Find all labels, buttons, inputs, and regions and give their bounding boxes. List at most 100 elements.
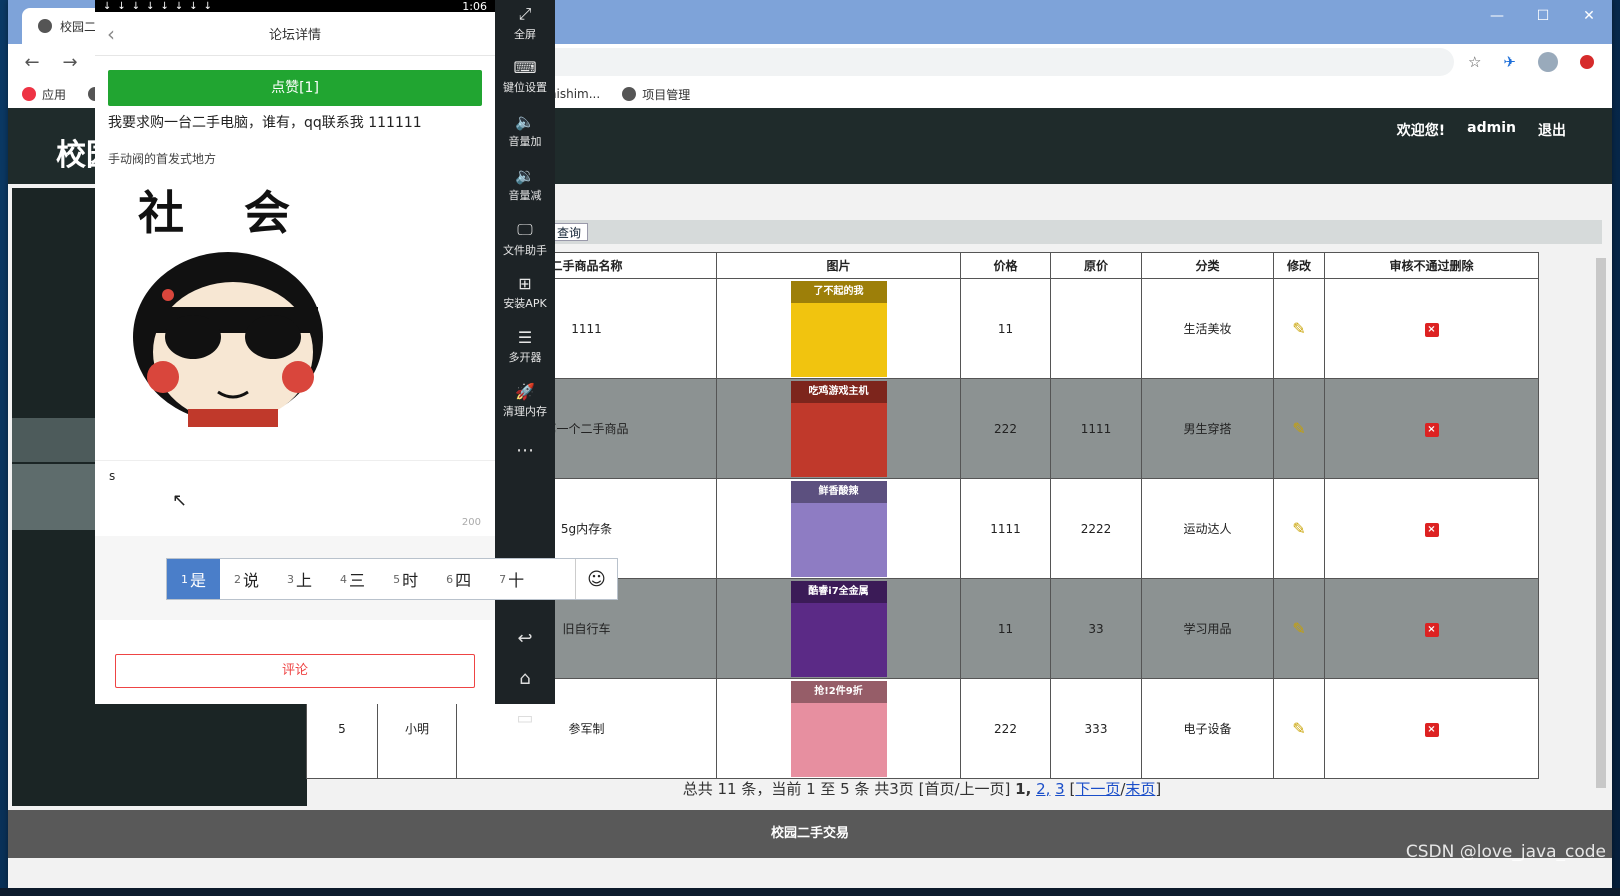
comment-button[interactable]: 评论	[115, 654, 475, 688]
pager-first-prev[interactable]: [首页/上一页]	[919, 780, 1011, 798]
cell-original-price: 2222	[1050, 478, 1142, 579]
download-icons: ↓↓↓↓↓↓↓↓	[103, 0, 219, 12]
cell-delete: ×	[1324, 678, 1539, 779]
pager-last[interactable]: 末页	[1125, 780, 1155, 798]
ime-candidate[interactable]: 6四	[432, 559, 485, 599]
edit-pencil-icon[interactable]: ✎	[1292, 319, 1305, 338]
back-icon[interactable]: ←	[20, 52, 44, 73]
delete-icon[interactable]: ×	[1424, 722, 1439, 737]
keyboard-icon: ⌨	[513, 58, 537, 77]
dock-extra-icon[interactable]: ⋯	[495, 440, 555, 478]
bookmark-item[interactable]: 项目管理	[622, 86, 690, 103]
char-counter: 200	[461, 517, 481, 528]
dock-item-label: 文件助手	[503, 244, 547, 257]
globe-icon	[38, 19, 52, 33]
phone-statusbar: ↓↓↓↓↓↓↓↓ 1:06	[95, 0, 495, 13]
extension-icon[interactable]: ✈	[1503, 53, 1516, 71]
edit-pencil-icon[interactable]: ✎	[1292, 619, 1305, 638]
ime-candidate-number: 2	[234, 572, 242, 586]
cell-original-price: 1111	[1050, 378, 1142, 479]
ime-candidate-bar: 1 是 2 说 3 上 4 三 5 时 6 四 7 十 ☺	[166, 558, 618, 600]
cell-image: 了不起的我	[716, 278, 961, 379]
watermark: CSDN @love_java_code	[1405, 842, 1606, 862]
dock-item[interactable]: 🚀 清理内存	[495, 378, 555, 432]
cell-category: 学习用品	[1141, 578, 1274, 679]
post-title: 我要求购一台二手电脑，谁有，qq联系我 111111	[108, 115, 422, 131]
column-header: 审核不通过删除	[1324, 252, 1539, 279]
volume-down-icon: 🔉	[515, 166, 535, 185]
scrollbar[interactable]	[1596, 258, 1606, 788]
ime-candidate[interactable]: 1是	[167, 559, 221, 599]
cell-price: 11	[960, 278, 1051, 379]
back-chevron-icon[interactable]: ‹	[107, 22, 115, 46]
dock-item[interactable]: ⌨ 键位设置	[495, 54, 555, 108]
cell-edit: ✎	[1273, 578, 1325, 679]
edit-pencil-icon[interactable]: ✎	[1292, 519, 1305, 538]
user-area: 欢迎您! admin 退出	[1397, 120, 1566, 140]
pager-next[interactable]: 下一页	[1075, 780, 1120, 798]
ime-candidate-number: 5	[393, 572, 401, 586]
dock-item-label: 音量加	[508, 135, 542, 148]
edit-pencil-icon[interactable]: ✎	[1292, 419, 1305, 438]
globe-icon	[622, 87, 637, 101]
dock-item-label: 键位设置	[503, 81, 547, 94]
ime-candidate-number: 1	[181, 572, 188, 586]
comment-input[interactable]: s 200	[95, 460, 495, 536]
extension-red-icon[interactable]	[1580, 55, 1594, 69]
maximize-button[interactable]: ☐	[1520, 0, 1566, 32]
star-icon[interactable]: ☆	[1468, 53, 1481, 71]
bookmark-item[interactable]: 应用	[22, 86, 66, 103]
post-image: 社会	[108, 177, 358, 427]
ime-candidate[interactable]: 5时	[379, 559, 432, 599]
dock-item[interactable]: ⊞ 安装APK	[495, 270, 555, 324]
dock-item[interactable]: 🖵 文件助手	[495, 216, 555, 270]
cell-image: 吃鸡游戏主机	[716, 378, 961, 479]
cell-category: 电子设备	[1141, 678, 1274, 779]
emoji-icon[interactable]: ☺	[575, 559, 617, 599]
ime-candidate[interactable]: 3上	[273, 559, 326, 599]
ime-candidate-number: 6	[446, 572, 454, 586]
column-header: 价格	[960, 252, 1051, 279]
pager-current: 1,	[1015, 780, 1032, 798]
dock-item-label: 音量减	[508, 189, 542, 202]
android-back-icon[interactable]: ↩	[495, 628, 555, 668]
close-button[interactable]: ✕	[1566, 0, 1612, 32]
comment-typed-text: s	[109, 469, 116, 483]
product-image: 抢!2件9折	[790, 680, 887, 777]
dock-item[interactable]: ⤢ 全屏	[495, 0, 555, 54]
android-home-icon[interactable]: ⌂	[495, 668, 555, 708]
forward-icon[interactable]: →	[58, 52, 82, 73]
cell-category: 生活美妆	[1141, 278, 1274, 379]
taskbar	[0, 888, 1620, 896]
pager-page-3[interactable]: 3	[1055, 780, 1065, 798]
cell-delete: ×	[1324, 278, 1539, 379]
search-button[interactable]: 查询	[550, 223, 589, 241]
ime-candidate-char: 说	[243, 571, 260, 590]
ime-candidate-char: 十	[508, 571, 525, 590]
delete-icon[interactable]: ×	[1424, 422, 1439, 437]
apps-grid-icon	[22, 87, 36, 101]
like-button[interactable]: 点赞[1]	[108, 70, 482, 106]
ime-candidate-number: 3	[287, 572, 295, 586]
column-header: 原价	[1050, 252, 1142, 279]
ime-candidate[interactable]: 4三	[326, 559, 379, 599]
cell-delete: ×	[1324, 378, 1539, 479]
dock-item[interactable]: 🔈 音量加	[495, 108, 555, 162]
phone-time: 1:06	[462, 0, 487, 13]
logout-link[interactable]: 退出	[1538, 120, 1566, 140]
edit-pencil-icon[interactable]: ✎	[1292, 719, 1305, 738]
pager-page-2[interactable]: 2,	[1036, 780, 1050, 798]
ime-candidate[interactable]: 7十	[485, 559, 538, 599]
ime-candidate[interactable]: 2说	[220, 559, 273, 599]
ime-candidate-char: 上	[296, 571, 313, 590]
dock-item[interactable]: ☰ 多开器	[495, 324, 555, 378]
delete-icon[interactable]: ×	[1424, 622, 1439, 637]
delete-icon[interactable]: ×	[1424, 522, 1439, 537]
avatar[interactable]	[1538, 52, 1558, 72]
minimize-button[interactable]: —	[1474, 0, 1520, 32]
fullscreen-icon: ⤢	[518, 4, 532, 23]
dock-item[interactable]: 🔉 音量减	[495, 162, 555, 216]
delete-icon[interactable]: ×	[1424, 322, 1439, 337]
android-recents-icon[interactable]: ▭	[495, 708, 555, 748]
cell-price: 222	[960, 378, 1051, 479]
